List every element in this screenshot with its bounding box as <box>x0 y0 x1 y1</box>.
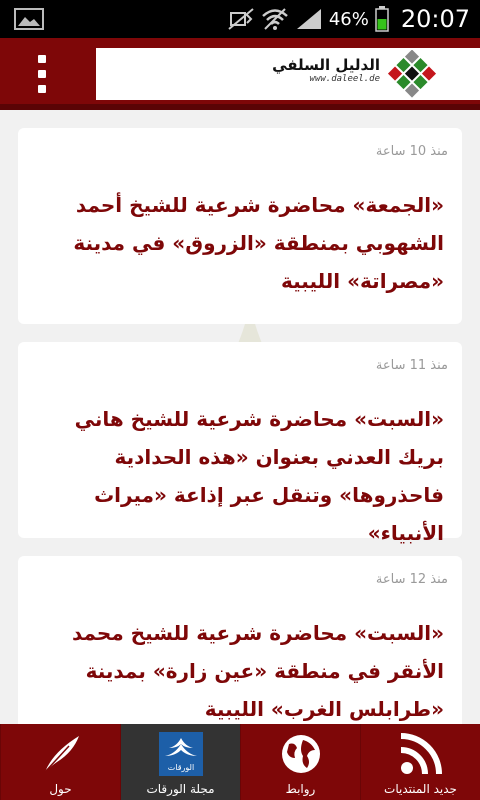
nav-forums-new-label: جديد المنتديات <box>384 782 457 796</box>
battery-icon <box>375 6 389 32</box>
post-title[interactable]: «السبت» محاضرة شرعية للشيخ محمد الأنقر ف… <box>36 614 444 724</box>
bottom-nav: حول الورقات مجلة الورقات روابط جديد المن… <box>0 724 480 800</box>
clock: 20:07 <box>400 5 470 33</box>
nav-links-label: روابط <box>285 782 316 796</box>
post-time: منذ 10 ساعة <box>375 144 448 159</box>
post-card[interactable]: منذ 10 ساعة «الجمعة» محاضرة شرعية للشيخ … <box>18 128 462 324</box>
app-header: الدليل السلفي www.daleel.de <box>0 38 480 110</box>
quill-icon <box>44 736 79 773</box>
menu-dot <box>38 70 46 78</box>
logo-url-text: www.daleel.de <box>309 74 380 84</box>
post-card[interactable]: منذ 11 ساعة «السبت» محاضرة شرعية للشيخ ه… <box>18 342 462 545</box>
magazine-logo-icon: الورقات <box>159 732 203 776</box>
logo-mark-icon <box>387 50 437 98</box>
post-title[interactable]: «الجمعة» محاضرة شرعية للشيخ أحمد الشهوبي… <box>36 186 444 300</box>
mute-icon <box>228 8 254 30</box>
rss-icon <box>400 733 442 775</box>
nav-magazine-label: مجلة الورقات <box>146 782 215 796</box>
magazine-logo-text: الورقات <box>168 763 194 772</box>
wifi-icon <box>261 8 288 30</box>
status-bar: 46% 20:07 <box>0 0 480 38</box>
signal-icon <box>296 9 321 29</box>
nav-about[interactable]: حول <box>0 724 120 800</box>
nav-links[interactable]: روابط <box>240 724 360 800</box>
post-time: منذ 11 ساعة <box>375 358 448 373</box>
post-title[interactable]: «السبت» محاضرة شرعية للشيخ هاني بريك الع… <box>36 400 444 552</box>
logo-arabic-text: الدليل السلفي <box>272 56 380 74</box>
nav-forums-new[interactable]: جديد المنتديات <box>360 724 480 800</box>
menu-dot <box>38 85 46 93</box>
post-card[interactable]: منذ 12 ساعة «السبت» محاضرة شرعية للشيخ م… <box>18 556 462 724</box>
battery-percent: 46% <box>328 8 369 30</box>
site-logo: الدليل السلفي www.daleel.de <box>96 48 480 100</box>
post-feed[interactable]: منذ 10 ساعة «الجمعة» محاضرة شرعية للشيخ … <box>0 116 480 724</box>
menu-dot <box>38 55 46 63</box>
globe-icon <box>282 735 320 773</box>
nav-about-label: حول <box>49 782 72 796</box>
nav-magazine[interactable]: الورقات مجلة الورقات <box>120 724 240 800</box>
image-icon <box>14 8 44 30</box>
post-time: منذ 12 ساعة <box>375 572 448 587</box>
overflow-menu-button[interactable] <box>22 52 62 96</box>
